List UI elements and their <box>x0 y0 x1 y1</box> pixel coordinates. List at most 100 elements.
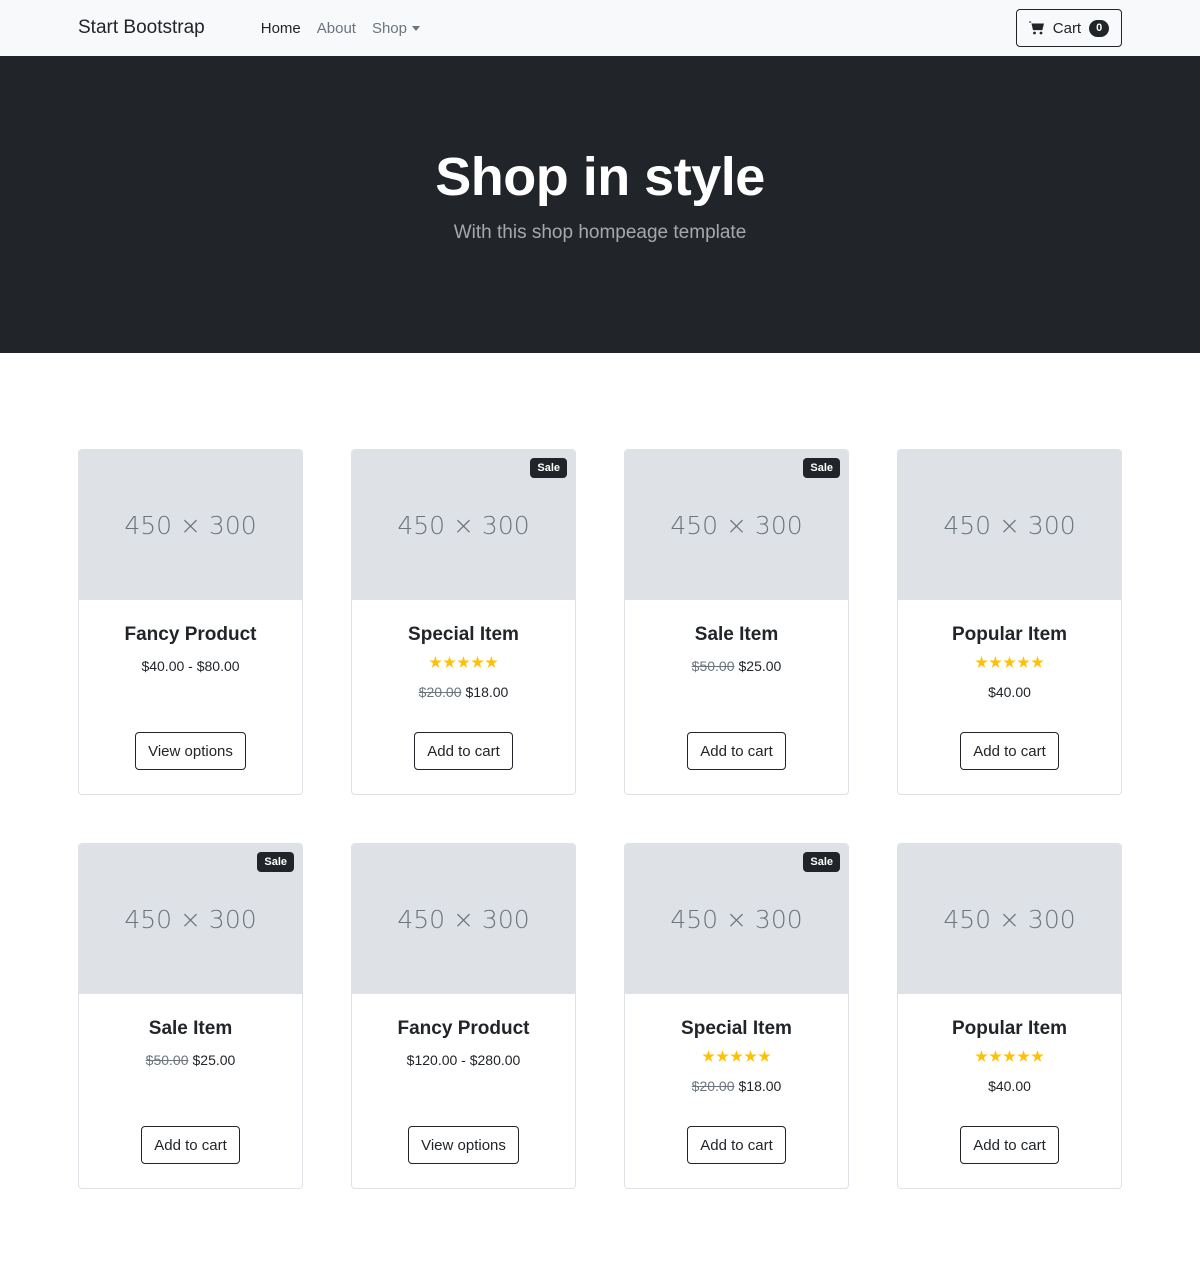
navbar-brand[interactable]: Start Bootstrap <box>78 17 205 39</box>
image-placeholder-label: 450 × 300 <box>397 904 530 934</box>
product-card-footer: View options <box>79 732 302 770</box>
product-card: 450 × 300 Fancy Product $40.00 - $80.00 Vie… <box>78 449 303 795</box>
sale-badge: Sale <box>803 458 840 479</box>
product-name: Sale Item <box>694 624 779 645</box>
product-price: $40.00 <box>898 1078 1121 1094</box>
star-icon <box>744 1050 757 1062</box>
product-card-footer: Add to cart <box>625 1126 848 1164</box>
nav-link-home[interactable]: Home <box>253 20 309 37</box>
product-card: 450 × 300 Fancy Product $120.00 - $280.00 V… <box>351 843 576 1189</box>
cart-icon <box>1028 21 1044 35</box>
chevron-down-icon <box>412 25 420 31</box>
product-card: 450 × 300 Sale Sale Item $50.00 $25.00 Add to… <box>624 449 849 795</box>
star-icon <box>457 656 470 668</box>
hero-subtitle: With this shop hompeage template <box>453 221 747 243</box>
sale-badge: Sale <box>257 852 294 873</box>
old-price: $20.00 <box>691 1078 735 1094</box>
product-card: 450 × 300 Sale Special Item $20.00 $18.00 Add… <box>624 843 849 1189</box>
star-icon <box>1031 1050 1044 1062</box>
product-card: 450 × 300 Popular Item $40.00 Add to cart <box>897 449 1122 795</box>
image-placeholder-label: 450 × 300 <box>124 904 257 934</box>
product-card-footer: Add to cart <box>898 732 1121 770</box>
star-icon <box>989 656 1002 668</box>
star-icon <box>485 656 498 668</box>
sale-badge: Sale <box>803 852 840 873</box>
star-icon <box>702 1050 715 1062</box>
product-card-footer: Add to cart <box>625 732 848 770</box>
product-card-body: Popular Item $40.00 <box>898 994 1121 1094</box>
current-price: $120.00 - $280.00 <box>406 1052 521 1068</box>
product-card-footer: Add to cart <box>898 1126 1121 1164</box>
cart-button[interactable]: Cart 0 <box>1016 9 1122 47</box>
star-icon <box>429 656 442 668</box>
product-card-body: Fancy Product $40.00 - $80.00 <box>79 600 302 674</box>
current-price: $25.00 <box>738 658 782 674</box>
nav-links: Home About Shop <box>253 20 428 37</box>
add-to-cart-button[interactable]: Add to cart <box>687 732 786 770</box>
add-to-cart-button[interactable]: Add to cart <box>687 1126 786 1164</box>
star-icon <box>1031 656 1044 668</box>
product-price: $40.00 <box>898 684 1121 700</box>
product-rating <box>898 656 1121 672</box>
product-image: 450 × 300 Sale <box>352 450 575 600</box>
product-name: Fancy Product <box>124 624 257 645</box>
nav-link-shop-label: Shop <box>371 19 407 37</box>
add-to-cart-button[interactable]: Add to cart <box>141 1126 240 1164</box>
product-price: $50.00 $25.00 <box>625 658 848 674</box>
product-price: $120.00 - $280.00 <box>352 1052 575 1068</box>
add-to-cart-button[interactable]: Add to cart <box>414 732 513 770</box>
product-image: 450 × 300 <box>898 450 1121 600</box>
star-icon <box>1017 656 1030 668</box>
current-price: $18.00 <box>738 1078 782 1094</box>
image-placeholder-label: 450 × 300 <box>670 510 803 540</box>
image-placeholder-label: 450 × 300 <box>670 904 803 934</box>
current-price: $40.00 - $80.00 <box>141 658 240 674</box>
star-icon <box>716 1050 729 1062</box>
nav-link-about[interactable]: About <box>309 20 364 37</box>
product-card-footer: Add to cart <box>79 1126 302 1164</box>
product-price: $50.00 $25.00 <box>79 1052 302 1068</box>
navbar: Start Bootstrap Home About Shop Cart 0 <box>0 0 1200 56</box>
sale-badge: Sale <box>530 458 567 479</box>
product-card-footer: View options <box>352 1126 575 1164</box>
product-name: Special Item <box>408 624 519 645</box>
product-price: $40.00 - $80.00 <box>79 658 302 674</box>
product-image: 450 × 300 Sale <box>625 844 848 994</box>
product-price: $20.00 $18.00 <box>352 684 575 700</box>
product-name: Sale Item <box>148 1018 233 1039</box>
product-card-body: Fancy Product $120.00 - $280.00 <box>352 994 575 1068</box>
product-card-body: Sale Item $50.00 $25.00 <box>625 600 848 674</box>
add-to-cart-button[interactable]: Add to cart <box>960 732 1059 770</box>
star-icon <box>730 1050 743 1062</box>
image-placeholder-label: 450 × 300 <box>943 904 1076 934</box>
view-options-button[interactable]: View options <box>135 732 246 770</box>
product-image: 450 × 300 Sale <box>625 450 848 600</box>
product-grid: 450 × 300 Fancy Product $40.00 - $80.00 Vie… <box>78 449 1122 1189</box>
star-icon <box>975 656 988 668</box>
product-card-body: Sale Item $50.00 $25.00 <box>79 994 302 1068</box>
add-to-cart-button[interactable]: Add to cart <box>960 1126 1059 1164</box>
product-name: Popular Item <box>951 624 1068 645</box>
product-rating <box>625 1050 848 1066</box>
view-options-button[interactable]: View options <box>408 1126 519 1164</box>
star-icon <box>1003 1050 1016 1062</box>
star-icon <box>989 1050 1002 1062</box>
product-name: Special Item <box>681 1018 792 1039</box>
old-price: $50.00 <box>145 1052 189 1068</box>
hero-title: Shop in style <box>435 146 765 207</box>
star-icon <box>975 1050 988 1062</box>
product-name: Fancy Product <box>397 1018 530 1039</box>
product-name: Popular Item <box>951 1018 1068 1039</box>
image-placeholder-label: 450 × 300 <box>943 510 1076 540</box>
current-price: $40.00 <box>988 684 1031 700</box>
star-icon <box>758 1050 771 1062</box>
product-image: 450 × 300 <box>79 450 302 600</box>
product-image: 450 × 300 <box>898 844 1121 994</box>
product-image: 450 × 300 <box>352 844 575 994</box>
current-price: $40.00 <box>988 1078 1031 1094</box>
product-card-body: Special Item $20.00 $18.00 <box>352 600 575 700</box>
hero-header: Shop in style With this shop hompeage te… <box>0 56 1200 353</box>
nav-link-shop[interactable]: Shop <box>364 20 428 37</box>
product-rating <box>352 656 575 672</box>
cart-label: Cart <box>1052 19 1082 37</box>
